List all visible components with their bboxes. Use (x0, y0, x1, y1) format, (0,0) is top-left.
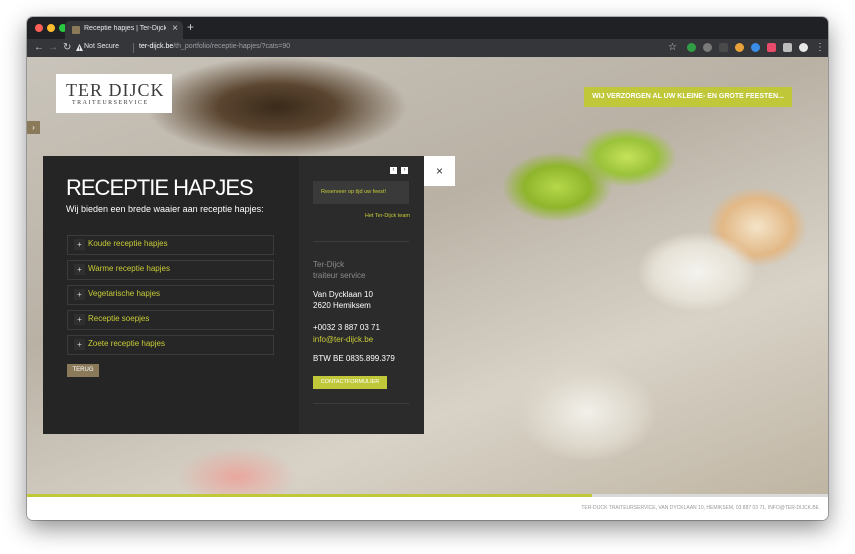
plus-icon: + (74, 339, 85, 350)
testimonial-box: Reserveer op tijd uw feest! (313, 181, 409, 204)
accordion: + Koude receptie hapjes + Warme receptie… (67, 235, 274, 360)
footer-text: TER-DIJCK TRAITEURSERVICE, VAN DYCKLAAN … (581, 505, 819, 511)
back-button[interactable]: TERUG (67, 364, 99, 377)
extension-icon[interactable] (751, 43, 760, 52)
back-arrow-icon[interactable]: ← (34, 41, 44, 55)
url-host: ter-dijck.be (139, 43, 174, 50)
next-arrow-icon[interactable]: › (401, 167, 408, 174)
prev-arrow-icon[interactable]: ‹ (390, 167, 397, 174)
plus-icon: + (74, 264, 85, 275)
url-path: /th_portfolio/receptie-hapjes/?cats=90 (173, 43, 291, 50)
company-address: Van Dycklaan 10 2620 Hemiksem (313, 289, 373, 311)
accordion-item-label: Receptie soepjes (88, 314, 150, 323)
extension-icon[interactable] (767, 43, 776, 52)
accordion-item-label: Vegetarische hapjes (88, 289, 161, 298)
panel-sidebar: ‹ › Reserveer op tijd uw feest! Het Ter-… (299, 156, 424, 434)
tab-bar: Receptie hapjes | Ter-Dijck tra × + (27, 17, 828, 39)
panel-main: RECEPTIE HAPJES Wij bieden een brede waa… (43, 156, 299, 434)
browser-toolbar: ← → ↻ Not Secure ter-dijck.be/th_portfol… (27, 39, 828, 57)
page-subtitle: Wij bieden een brede waaier aan receptie… (66, 204, 264, 214)
close-panel-button[interactable]: × (424, 156, 455, 186)
accordion-item-label: Koude receptie hapjes (88, 239, 168, 248)
logo-title: TER DIJCK (66, 80, 165, 100)
accordion-item-label: Warme receptie hapjes (88, 264, 170, 273)
accordion-item[interactable]: + Koude receptie hapjes (67, 235, 274, 255)
side-expand-tab[interactable]: › (27, 121, 40, 134)
extension-icon[interactable] (687, 43, 696, 52)
extension-icon[interactable] (719, 43, 728, 52)
close-window-dot[interactable] (35, 24, 43, 32)
company-info: Ter-Dijck traiteur service (313, 259, 365, 281)
phone-number: +0032 3 887 03 71 (313, 323, 380, 332)
testimonial-text: Reserveer op tijd uw feest! (321, 189, 387, 195)
testimonial-author: Het Ter-Dijck team (364, 213, 410, 219)
page-footer: TER-DIJCK TRAITEURSERVICE, VAN DYCKLAAN … (27, 497, 828, 520)
security-label[interactable]: Not Secure (84, 43, 119, 50)
company-type: traiteur service (313, 271, 366, 280)
page-title: RECEPTIE HAPJES (66, 175, 254, 200)
accordion-item[interactable]: + Vegetarische hapjes (67, 285, 274, 305)
company-name: Ter-Dijck (313, 260, 345, 269)
plus-icon: + (74, 289, 85, 300)
vat-number: BTW BE 0835.899.379 (313, 354, 395, 363)
minimize-window-dot[interactable] (47, 24, 55, 32)
tab-close-icon[interactable]: × (172, 23, 178, 35)
plus-icon: + (74, 239, 85, 250)
logo-subtitle: TRAITEURSERVICE (72, 100, 149, 106)
address-street: Van Dycklaan 10 (313, 290, 373, 299)
accordion-item-label: Zoete receptie hapjes (88, 339, 165, 348)
accordion-item[interactable]: + Receptie soepjes (67, 310, 274, 330)
browser-tab[interactable]: Receptie hapjes | Ter-Dijck tra × (65, 21, 183, 39)
forward-arrow-icon[interactable]: → (48, 41, 58, 55)
favicon-icon (72, 26, 80, 34)
reload-icon[interactable]: ↻ (63, 41, 71, 55)
tab-title: Receptie hapjes | Ter-Dijck tra (84, 25, 166, 32)
puzzle-icon[interactable] (783, 43, 792, 52)
sidebar-divider (313, 403, 409, 404)
url-divider (133, 43, 134, 53)
accordion-item[interactable]: + Warme receptie hapjes (67, 260, 274, 280)
extension-icon[interactable] (735, 43, 744, 52)
email-link[interactable]: info@ter-dijck.be (313, 335, 373, 344)
profile-avatar-icon[interactable] (799, 43, 808, 52)
address-bar[interactable]: ter-dijck.be/th_portfolio/receptie-hapje… (139, 43, 290, 50)
browser-window: Receptie hapjes | Ter-Dijck tra × + ← → … (27, 17, 828, 520)
page-content: TER DIJCK TRAITEURSERVICE WIJ VERZORGEN … (27, 57, 828, 520)
sidebar-divider (313, 241, 409, 242)
accordion-item[interactable]: + Zoete receptie hapjes (67, 335, 274, 355)
panel-divider (67, 354, 274, 355)
bookmark-star-icon[interactable]: ☆ (668, 41, 677, 55)
site-logo[interactable]: TER DIJCK TRAITEURSERVICE (56, 74, 172, 113)
address-city: 2620 Hemiksem (313, 301, 371, 310)
new-tab-button[interactable]: + (187, 20, 194, 34)
content-panel: RECEPTIE HAPJES Wij bieden een brede waa… (43, 156, 424, 434)
warning-icon (76, 44, 83, 51)
browser-menu-icon[interactable]: ⋮ (815, 41, 825, 55)
extension-icon[interactable] (703, 43, 712, 52)
close-icon: × (435, 164, 443, 178)
promo-banner[interactable]: WIJ VERZORGEN AL UW KLEINE- EN GROTE FEE… (584, 87, 792, 107)
plus-icon: + (74, 314, 85, 325)
contact-form-button[interactable]: CONTACTFORMULIER (313, 376, 387, 389)
